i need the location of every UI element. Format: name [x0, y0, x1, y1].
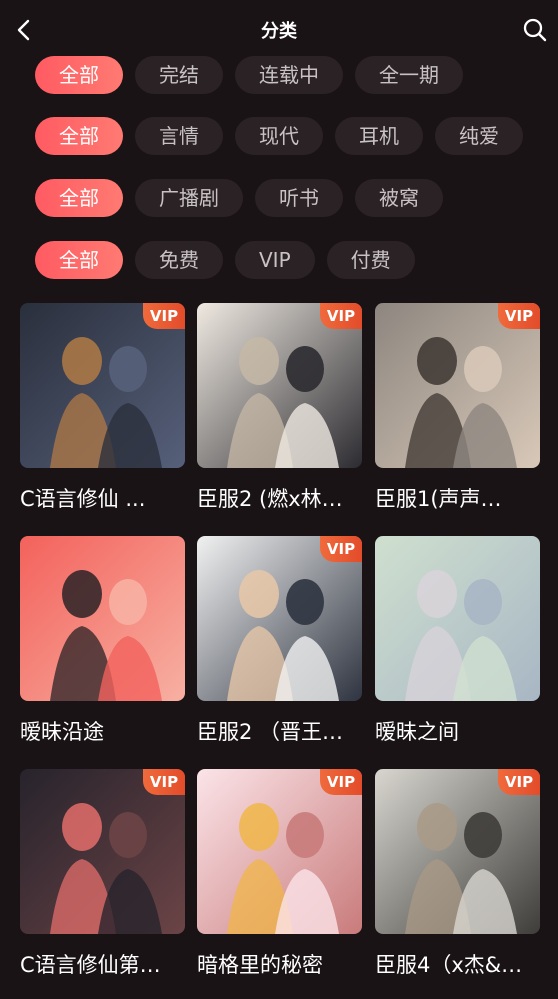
- filter-row-status: 全部 完结 连载中 全一期: [35, 56, 463, 94]
- filter-chip[interactable]: 全部: [35, 56, 123, 94]
- filter-row-price: 全部 免费 VIP 付费: [35, 241, 415, 279]
- drama-title[interactable]: 臣服1(声声…: [375, 483, 540, 513]
- vip-badge: VIP: [320, 769, 362, 795]
- drama-title[interactable]: 暗格里的秘密: [197, 949, 362, 979]
- filter-chip[interactable]: 免费: [135, 241, 223, 279]
- drama-title[interactable]: 暧昧沿途: [20, 716, 185, 746]
- search-icon[interactable]: [522, 17, 548, 43]
- cover-image[interactable]: VIP: [20, 303, 185, 468]
- drama-card[interactable]: 暧昧沿途: [20, 536, 185, 766]
- filter-chip[interactable]: 全部: [35, 117, 123, 155]
- drama-card[interactable]: VIP C语言修仙 ...: [20, 303, 185, 533]
- drama-title[interactable]: 暧昧之间: [375, 716, 540, 746]
- drama-title[interactable]: 臣服2 （晋王…: [197, 716, 362, 746]
- filter-chip[interactable]: 言情: [135, 117, 223, 155]
- vip-badge: VIP: [498, 769, 540, 795]
- drama-card[interactable]: VIP 暗格里的秘密: [197, 769, 362, 999]
- drama-card[interactable]: VIP C语言修仙第…: [20, 769, 185, 999]
- filter-row-format: 全部 广播剧 听书 被窝: [35, 179, 443, 217]
- drama-card[interactable]: VIP 臣服1(声声…: [375, 303, 540, 533]
- vip-badge: VIP: [143, 769, 185, 795]
- drama-card[interactable]: VIP 臣服2 (燃x林…: [197, 303, 362, 533]
- drama-title[interactable]: C语言修仙第…: [20, 949, 185, 979]
- drama-title[interactable]: 臣服4（x杰&…: [375, 949, 540, 979]
- cover-image[interactable]: VIP: [197, 769, 362, 934]
- filter-chip[interactable]: 被窝: [355, 179, 443, 217]
- drama-card[interactable]: VIP 臣服2 （晋王…: [197, 536, 362, 766]
- drama-card[interactable]: 暧昧之间: [375, 536, 540, 766]
- cover-image[interactable]: [20, 536, 185, 701]
- cover-illustration: [20, 536, 185, 701]
- filter-chip[interactable]: 连载中: [235, 56, 343, 94]
- vip-badge: VIP: [320, 303, 362, 329]
- drama-card[interactable]: VIP 臣服4（x杰&…: [375, 769, 540, 999]
- cover-image[interactable]: VIP: [20, 769, 185, 934]
- page-title: 分类: [261, 21, 297, 42]
- filter-chip[interactable]: 耳机: [335, 117, 423, 155]
- filter-chip[interactable]: 现代: [235, 117, 323, 155]
- filter-chip[interactable]: 付费: [326, 241, 415, 279]
- cover-image[interactable]: VIP: [197, 303, 362, 468]
- filter-chip[interactable]: 广播剧: [135, 179, 243, 217]
- filter-chip[interactable]: VIP: [235, 241, 315, 279]
- filter-chip[interactable]: 纯爱: [435, 117, 523, 155]
- vip-badge: VIP: [143, 303, 185, 329]
- vip-badge: VIP: [320, 536, 362, 562]
- filter-chip[interactable]: 全部: [35, 179, 123, 217]
- cover-image[interactable]: VIP: [375, 769, 540, 934]
- filter-row-genre: 全部 言情 现代 耳机 纯爱: [35, 117, 523, 155]
- header-bar: 分类: [0, 0, 558, 58]
- cover-illustration: [375, 536, 540, 701]
- cover-image[interactable]: VIP: [375, 303, 540, 468]
- vip-badge: VIP: [498, 303, 540, 329]
- drama-title[interactable]: C语言修仙 ...: [20, 483, 185, 513]
- filter-chip[interactable]: 全一期: [355, 56, 463, 94]
- cover-image[interactable]: VIP: [197, 536, 362, 701]
- filter-chip[interactable]: 听书: [255, 179, 343, 217]
- filter-chip[interactable]: 完结: [135, 56, 223, 94]
- drama-title[interactable]: 臣服2 (燃x林…: [197, 483, 362, 513]
- filter-chip[interactable]: 全部: [35, 241, 123, 279]
- cover-image[interactable]: [375, 536, 540, 701]
